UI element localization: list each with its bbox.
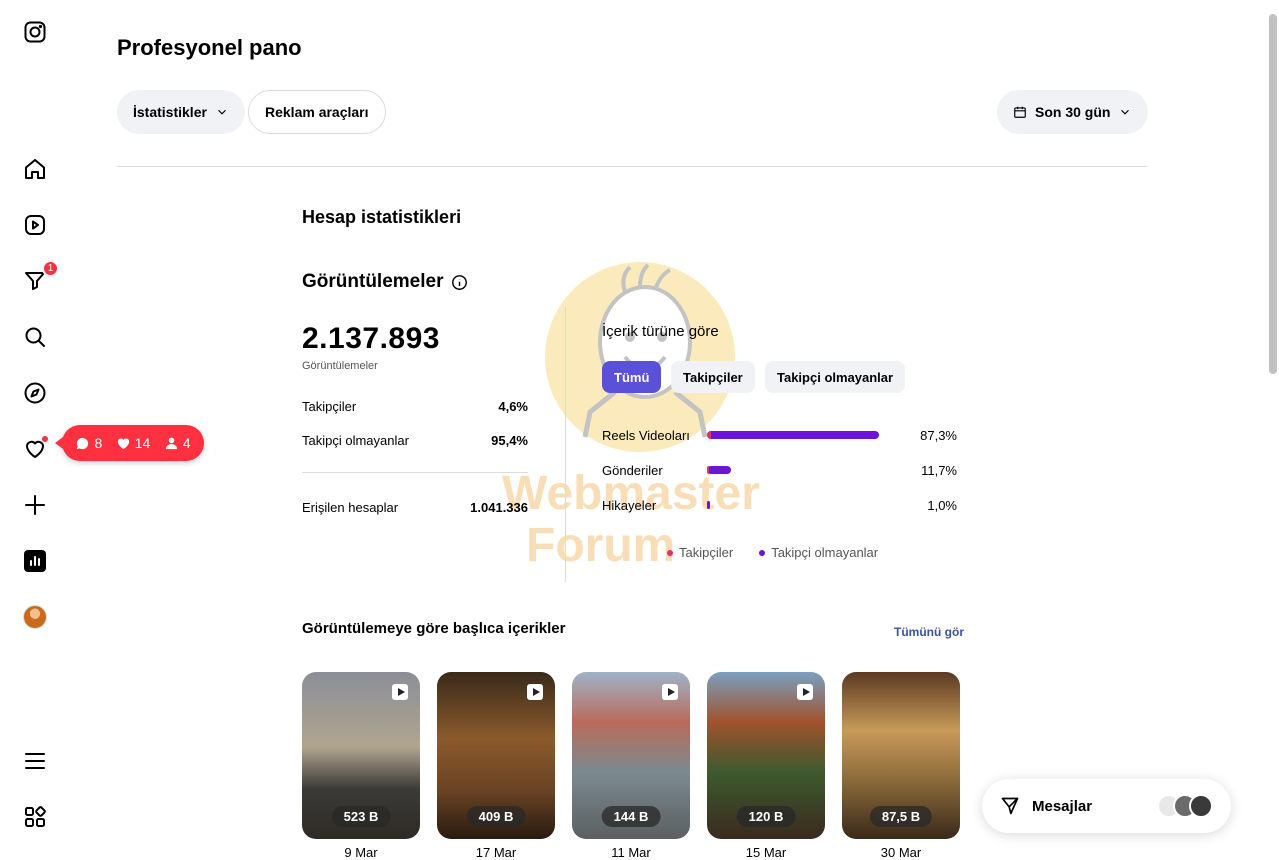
view-count: 409 B xyxy=(466,806,526,827)
insights-label: İstatistikler xyxy=(133,104,207,120)
content-date-3: 11 Mar xyxy=(611,845,651,860)
followers-label: Takipçiler xyxy=(302,399,357,414)
views-title: Görüntülemeler xyxy=(302,271,444,292)
follower-count: 4 xyxy=(182,435,191,451)
stories-bar xyxy=(707,501,710,509)
tab-non-followers[interactable]: Takipçi olmayanlar xyxy=(765,361,906,393)
message-avatars xyxy=(1157,794,1213,818)
view-count: 523 B xyxy=(331,806,391,827)
follower-icon xyxy=(165,437,177,449)
followers-row: Takipçiler 4,6% xyxy=(302,399,528,414)
content-date-4: 15 Mar xyxy=(745,845,787,860)
play-icon xyxy=(797,684,813,700)
legend-non-followers-label: Takipçi olmayanlar xyxy=(771,545,879,560)
posts-label: Gönderiler xyxy=(602,463,663,478)
scrollbar[interactable] xyxy=(1269,14,1277,374)
date-range-dropdown[interactable]: Son 30 gün xyxy=(997,90,1149,134)
content-card-2[interactable]: 409 B xyxy=(437,672,555,839)
avatar xyxy=(1189,794,1213,818)
header-divider xyxy=(117,166,1147,167)
sidebar: 1 xyxy=(0,0,70,860)
legend-followers-label: Takipçiler xyxy=(679,545,734,560)
non-followers-label: Takipçi olmayanlar xyxy=(302,433,409,448)
menu-icon[interactable] xyxy=(21,747,49,775)
posts-bar xyxy=(707,466,731,474)
top-content-title: Görüntülemeye göre başlıca içerikler xyxy=(302,620,566,637)
chart-legend: Takipçiler Takipçi olmayanlar xyxy=(667,545,878,560)
content-date-1: 9 Mar xyxy=(344,845,378,860)
content-card-1[interactable]: 523 B xyxy=(302,672,420,839)
legend-non-followers: Takipçi olmayanlar xyxy=(759,545,878,560)
avatar xyxy=(23,605,47,629)
legend-followers: Takipçiler xyxy=(667,545,733,560)
reels-bar xyxy=(707,431,879,439)
play-icon xyxy=(527,684,543,700)
create-icon[interactable] xyxy=(21,491,49,519)
account-stats-title: Hesap istatistikleri xyxy=(302,207,462,227)
views-total: 2.137.893 xyxy=(302,322,440,355)
apps-icon[interactable] xyxy=(21,803,49,831)
stories-label: Hikayeler xyxy=(602,498,657,513)
send-icon xyxy=(1001,797,1019,815)
profile-icon[interactable] xyxy=(21,603,49,631)
instagram-icon[interactable] xyxy=(21,18,49,46)
by-type-title: İçerik türüne göre xyxy=(602,323,719,340)
view-count: 87,5 B xyxy=(869,806,933,827)
info-icon[interactable] xyxy=(451,274,468,291)
messages-button[interactable]: Mesajlar xyxy=(982,779,1231,833)
notification-pill[interactable]: 8 14 4 xyxy=(55,425,204,461)
content-card-4[interactable]: 120 B xyxy=(707,672,825,839)
stories-value: 1,0% xyxy=(927,498,957,513)
chevron-down-icon xyxy=(1121,109,1130,115)
content-date-5: 30 Mar xyxy=(880,845,922,860)
search-icon[interactable] xyxy=(21,323,49,351)
dashboard-icon[interactable] xyxy=(21,547,49,575)
explore-icon[interactable] xyxy=(21,379,49,407)
page-title: Profesyonel pano xyxy=(117,35,302,60)
tab-followers[interactable]: Takipçiler xyxy=(671,361,755,393)
stats-divider xyxy=(302,472,528,473)
reached-row: Erişilen hesaplar 1.041.336 xyxy=(302,500,528,515)
play-icon xyxy=(662,684,678,700)
section-divider xyxy=(565,307,566,582)
home-icon[interactable] xyxy=(21,155,49,183)
chevron-down-icon xyxy=(218,109,226,115)
non-followers-row: Takipçi olmayanlar 95,4% xyxy=(302,433,528,448)
views-heading: Görüntülemeler xyxy=(302,271,468,293)
activity-dot xyxy=(41,435,49,443)
insights-dropdown[interactable]: İstatistikler xyxy=(117,90,245,134)
date-range-label: Son 30 gün xyxy=(1035,104,1111,120)
content-date-2: 17 Mar xyxy=(475,845,517,860)
reels-icon[interactable] xyxy=(21,211,49,239)
like-count: 14 xyxy=(134,435,151,451)
followers-value: 4,6% xyxy=(498,399,528,414)
reels-label: Reels Videoları xyxy=(602,428,690,443)
reels-value: 87,3% xyxy=(920,428,957,443)
tab-all[interactable]: Tümü xyxy=(602,361,662,393)
ad-tools-button[interactable]: Reklam araçları xyxy=(248,90,386,134)
filter-icon[interactable]: 1 xyxy=(21,260,59,295)
view-count: 120 B xyxy=(736,806,796,827)
comment-count: 8 xyxy=(94,435,103,451)
view-count: 144 B xyxy=(601,806,661,827)
reached-value: 1.041.336 xyxy=(470,500,528,515)
non-followers-value: 95,4% xyxy=(491,433,528,448)
like-icon xyxy=(117,438,129,449)
play-icon xyxy=(392,684,408,700)
views-label: Görüntülemeler xyxy=(302,360,378,372)
calendar-icon xyxy=(1014,106,1026,118)
comment-icon xyxy=(77,437,89,449)
see-all-link[interactable]: Tümünü gör xyxy=(894,625,964,639)
content-card-5[interactable]: 87,5 B xyxy=(842,672,960,839)
messages-label: Mesajlar xyxy=(1032,797,1093,815)
notification-badge: 1 xyxy=(42,260,59,277)
posts-value: 11,7% xyxy=(921,463,957,478)
heart-icon[interactable] xyxy=(21,435,49,463)
ad-tools-label: Reklam araçları xyxy=(265,104,369,120)
content-card-3[interactable]: 144 B xyxy=(572,672,690,839)
reached-label: Erişilen hesaplar xyxy=(302,500,399,515)
